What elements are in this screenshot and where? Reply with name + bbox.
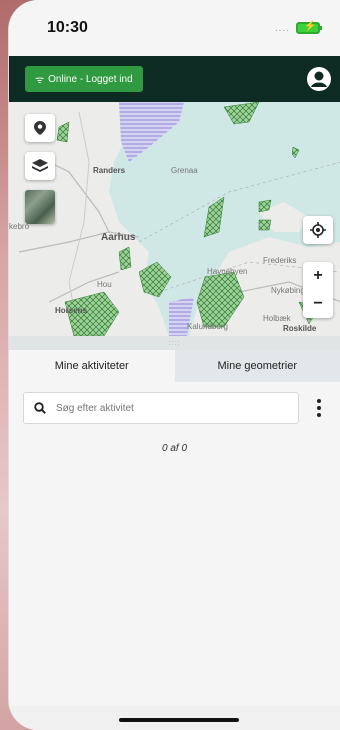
battery-charging-icon: ⚡	[296, 21, 322, 34]
status-time: 10:30	[47, 19, 88, 36]
result-count: 0 af 0	[161, 443, 188, 454]
map-label-roskilde: Roskilde	[283, 324, 317, 333]
user-icon[interactable]	[306, 66, 332, 92]
panel-drag-handle[interactable]: ::::	[9, 336, 340, 350]
app-bar: ᯤ Online - Logget ind	[9, 56, 340, 102]
search-icon	[34, 402, 46, 414]
zoom-controls: + −	[303, 262, 333, 318]
tab-mine-aktiviteter[interactable]: Mine aktiviteter	[9, 350, 175, 382]
map-label-havnebyen: Havnebyen	[207, 267, 248, 276]
zoom-out-button[interactable]: −	[313, 295, 322, 313]
map-label-kalundborg: Kalundborg	[187, 322, 228, 331]
online-status-button[interactable]: ᯤ Online - Logget ind	[25, 66, 143, 92]
layers-icon[interactable]	[25, 152, 55, 180]
map-label-horsens: Horsens	[55, 306, 88, 315]
tab-bar: Mine aktiviteter Mine geometrier	[9, 350, 340, 382]
home-indicator	[119, 718, 239, 722]
map-canvas	[9, 102, 340, 336]
map-pin-icon[interactable]	[25, 114, 55, 142]
map-label-hou: Hou	[97, 280, 112, 289]
more-vertical-icon[interactable]	[309, 392, 329, 424]
status-bar: 10:30 .... ⚡	[9, 0, 340, 56]
map-label-aarhus: Aarhus	[101, 232, 136, 243]
satellite-layer-thumbnail[interactable]	[25, 190, 55, 224]
map-label-grenaa: Grenaa	[171, 166, 198, 175]
wifi-icon: ᯤ	[35, 75, 45, 86]
signal-dots: ....	[274, 22, 290, 34]
crosshair-icon[interactable]	[303, 216, 333, 244]
online-label: Online - Logget ind	[48, 73, 133, 85]
map-label-holbaek: Holbæk	[263, 314, 291, 323]
search-row	[23, 392, 333, 424]
search-field[interactable]	[23, 392, 299, 424]
phone-screen: 10:30 .... ⚡ ᯤ Online - Logget ind Rande…	[8, 0, 340, 730]
map-label-frederiks: Frederiks	[263, 256, 297, 265]
map-view[interactable]: Randers Grenaa Aarhus Havnebyen Frederik…	[9, 102, 340, 336]
tab-mine-geometrier[interactable]: Mine geometrier	[174, 350, 340, 382]
zoom-in-button[interactable]: +	[313, 267, 322, 285]
map-label-randers: Randers	[93, 166, 126, 175]
search-input[interactable]	[56, 402, 256, 414]
map-label-nykobing: Nykøbing	[271, 286, 305, 295]
